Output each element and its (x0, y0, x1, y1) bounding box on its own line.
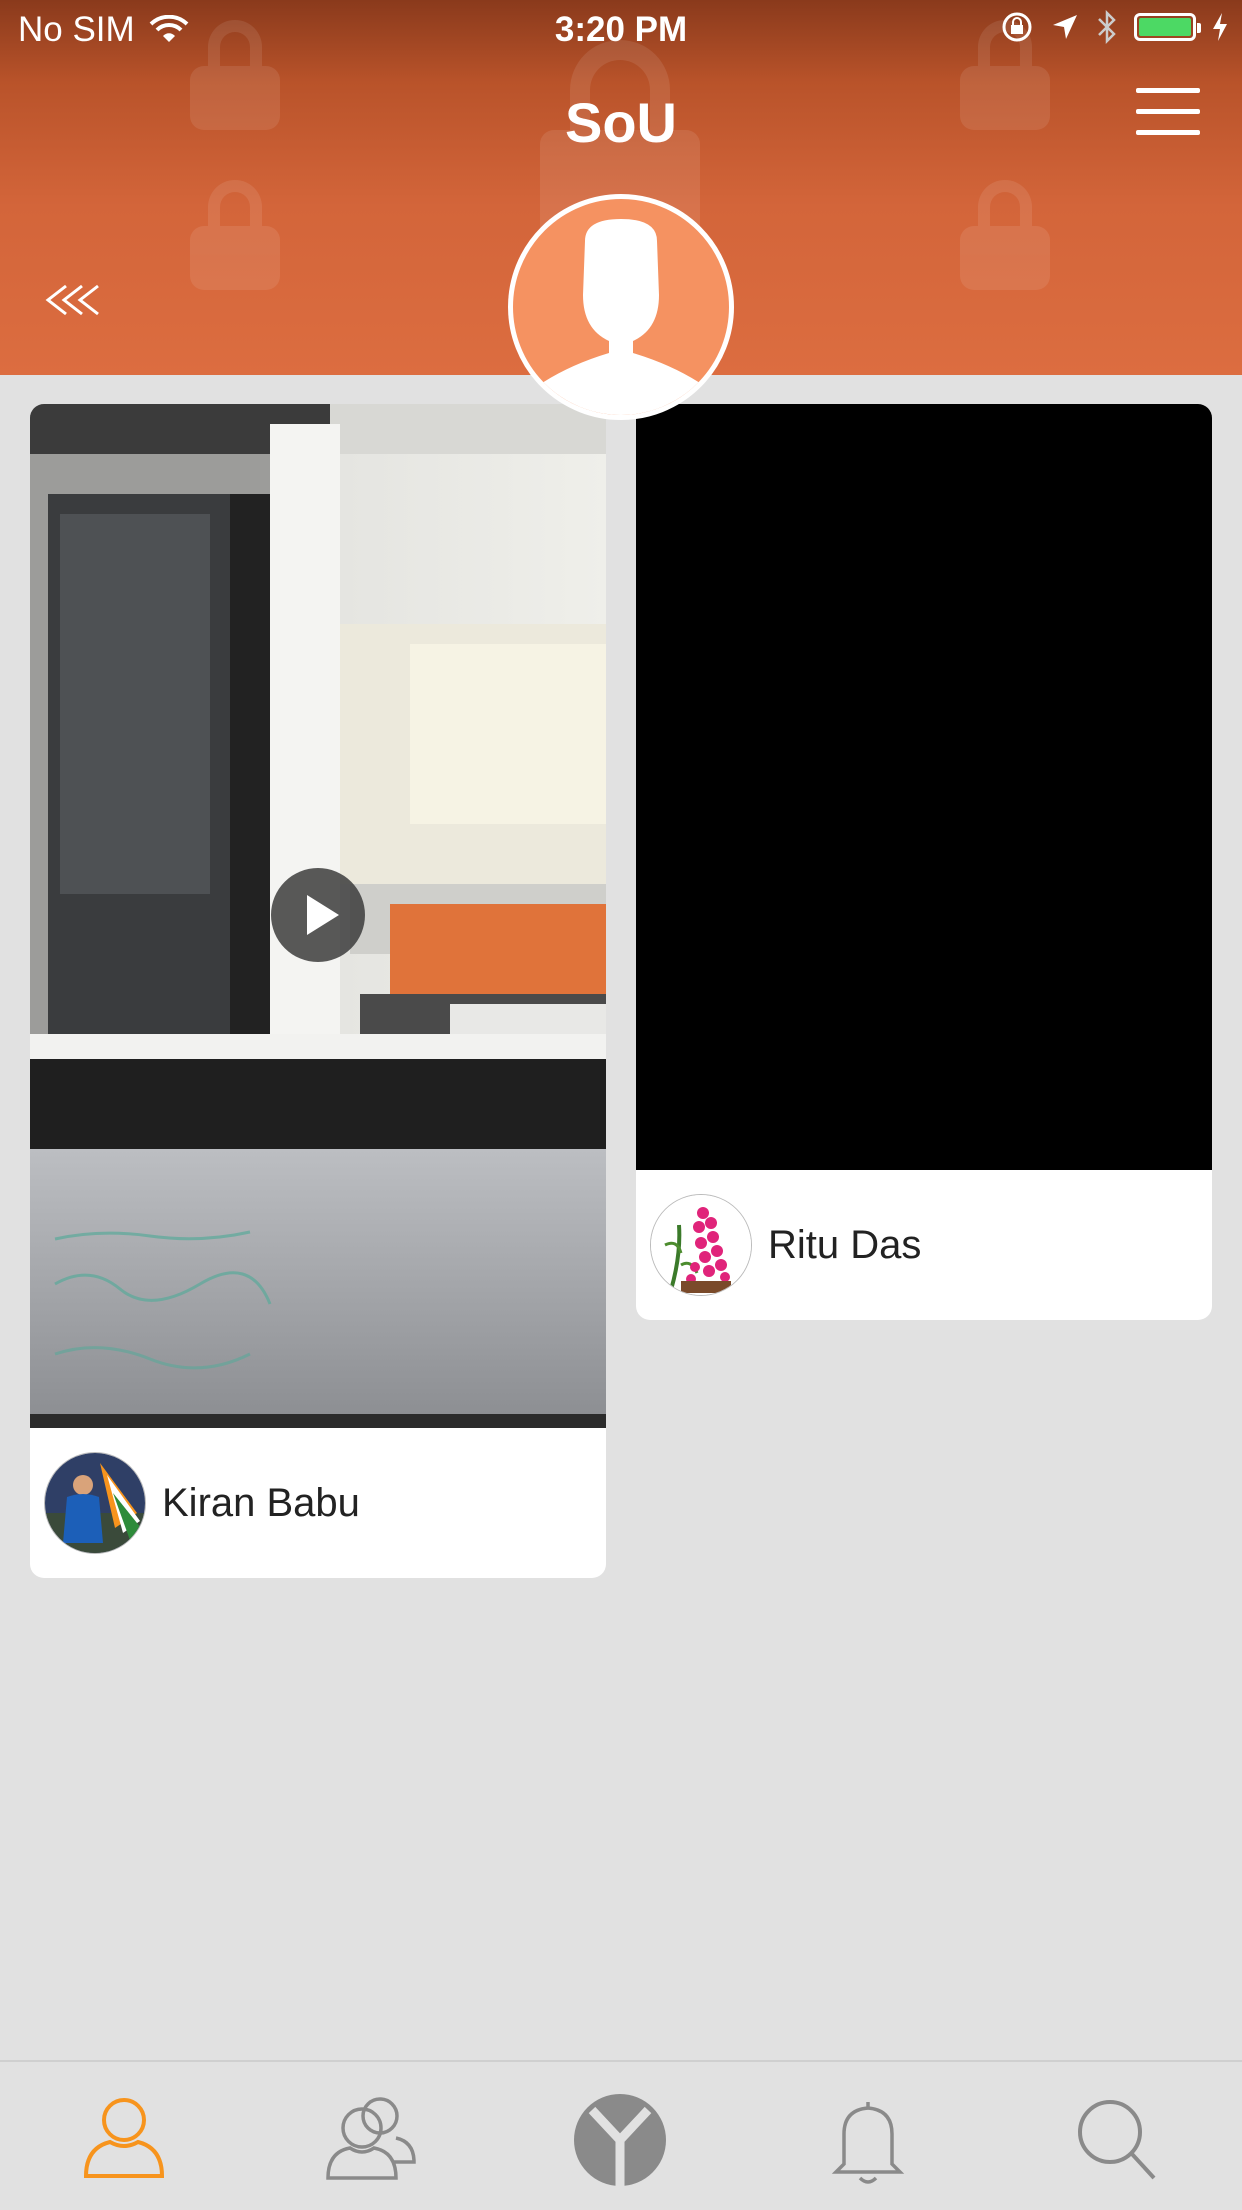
profile-icon (83, 2098, 165, 2178)
post-author[interactable]: Ritu Das (636, 1170, 1212, 1320)
user-name[interactable]: Ritu Das (768, 1223, 921, 1268)
bluetooth-icon (1098, 10, 1116, 44)
cricket-player-photo-icon (45, 1453, 145, 1553)
menu-button[interactable] (1136, 86, 1200, 136)
rose-bouquet-photo-icon (651, 1195, 751, 1295)
status-bar: No SIM 3:20 PM (0, 0, 1242, 60)
post-author[interactable]: Kiran Babu (30, 1428, 606, 1578)
double-chevron-left-icon (45, 284, 99, 316)
post-card[interactable]: Kiran Babu (30, 404, 606, 1578)
lock-pattern-icon (190, 180, 280, 290)
charging-bolt-icon (1213, 13, 1227, 41)
video-thumbnail[interactable] (30, 404, 606, 1428)
friends-icon (326, 2097, 416, 2180)
person-silhouette-icon (539, 219, 703, 415)
play-button[interactable] (271, 868, 365, 962)
image-thumbnail[interactable] (636, 404, 1212, 1170)
battery-icon (1134, 13, 1201, 41)
tab-friends[interactable] (322, 2090, 422, 2190)
search-icon (1078, 2100, 1156, 2180)
user-avatar[interactable] (44, 1452, 146, 1554)
hamburger-menu-icon (1136, 88, 1200, 93)
user-name[interactable]: Kiran Babu (162, 1481, 360, 1526)
tab-search[interactable] (1066, 2090, 1166, 2190)
tab-home[interactable] (570, 2090, 670, 2190)
post-card[interactable]: Ritu Das (636, 404, 1212, 1320)
app-title: SoU (565, 91, 677, 154)
back-button[interactable] (44, 280, 108, 320)
profile-avatar[interactable] (508, 194, 734, 420)
lock-pattern-icon (960, 180, 1050, 290)
tab-profile[interactable] (74, 2090, 174, 2190)
location-arrow-icon (1053, 15, 1077, 39)
tab-bar (0, 2060, 1242, 2210)
orientation-lock-icon (1002, 12, 1032, 42)
user-avatar[interactable] (650, 1194, 752, 1296)
tab-notifications[interactable] (818, 2090, 918, 2190)
notifications-bell-icon (831, 2102, 905, 2184)
app-logo-icon (574, 2094, 666, 2188)
